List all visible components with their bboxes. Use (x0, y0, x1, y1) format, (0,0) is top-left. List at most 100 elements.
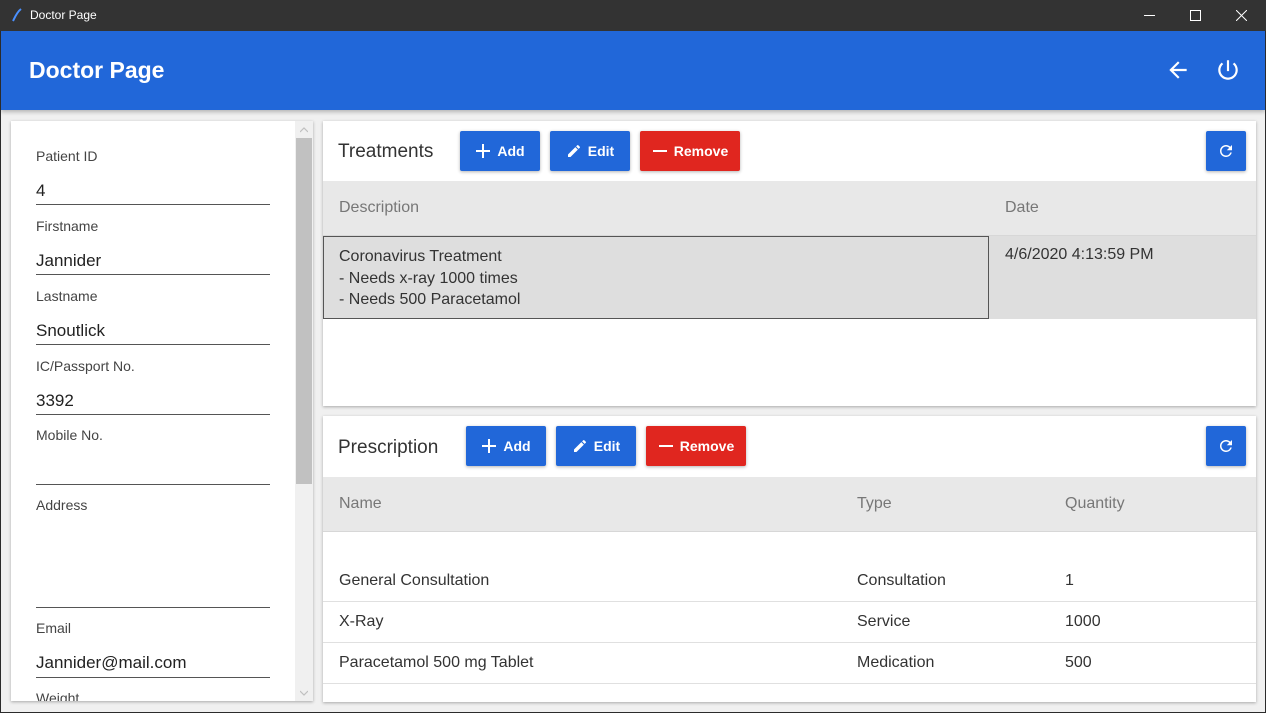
close-icon (1235, 10, 1247, 21)
passport-field[interactable]: IC/Passport No. 3392 (36, 358, 270, 415)
treatments-card: Treatments Add Edit Remove Description D… (323, 121, 1256, 406)
passport-value: 3392 (36, 391, 74, 410)
pencil-icon (567, 144, 580, 157)
plus-icon (482, 439, 497, 453)
field-underline (36, 344, 270, 345)
add-treatment-label: Add (497, 143, 525, 159)
scroll-thumb[interactable] (296, 138, 312, 484)
column-header-quantity[interactable]: Quantity (1065, 495, 1125, 513)
edit-prescription-label: Edit (593, 438, 621, 454)
refresh-icon (1220, 440, 1232, 452)
prescription-name-cell: Paracetamol 500 mg Tablet (339, 654, 534, 671)
prescription-quantity-cell: 1 (1065, 572, 1074, 589)
window-title: Doctor Page (30, 8, 97, 22)
minimize-icon (1143, 15, 1155, 16)
prescription-name-cell: X-Ray (339, 613, 384, 630)
email-label: Email (36, 620, 72, 636)
refresh-prescription-button[interactable] (1206, 426, 1246, 466)
weight-label: Weight (36, 690, 80, 701)
prescription-type-cell: Medication (857, 654, 935, 671)
patient-details-panel: Patient ID 4 Firstname Jannider Lastname… (11, 121, 313, 701)
firstname-value: Jannider (36, 251, 102, 270)
mobile-field[interactable]: Mobile No. (36, 427, 270, 485)
column-header-name[interactable]: Name (339, 495, 382, 513)
minus-icon (652, 150, 667, 152)
close-button[interactable] (1218, 0, 1264, 31)
column-header-date[interactable]: Date (1005, 199, 1039, 217)
refresh-treatments-button[interactable] (1206, 131, 1246, 171)
maximize-icon (1189, 10, 1201, 21)
prescription-quantity-cell: 500 (1065, 654, 1092, 671)
prescription-table-header: Name Type Quantity (323, 477, 1256, 532)
prescription-name-cell: General Consultation (339, 572, 490, 589)
patient-id-value: 4 (36, 181, 46, 200)
table-row[interactable]: Coronavirus Treatment - Needs x-ray 1000… (323, 236, 1256, 319)
arrow-left-icon (1169, 61, 1187, 79)
email-value: Jannider@mail.com (36, 653, 187, 672)
plus-icon (476, 144, 491, 158)
treatments-table-header: Description Date (323, 181, 1256, 236)
remove-treatment-button[interactable]: Remove (640, 131, 740, 171)
patient-id-label: Patient ID (36, 148, 98, 164)
weight-field[interactable]: Weight (36, 690, 270, 701)
field-underline (36, 274, 270, 275)
field-underline (36, 607, 270, 608)
description-line: Coronavirus Treatment (339, 248, 502, 265)
window-titlebar: Doctor Page (0, 0, 1266, 31)
table-row[interactable]: General Consultation Consultation 1 (323, 561, 1256, 602)
app-window: Doctor Page Patient ID 4 Firstname Janni… (1, 31, 1265, 712)
page-title: Doctor Page (29, 57, 165, 83)
prescription-type-cell: Consultation (857, 572, 946, 589)
prescription-card: Prescription Add Edit Remove Name Type Q… (323, 416, 1256, 702)
description-line: - Needs x-ray 1000 times (339, 269, 518, 287)
edit-treatment-button[interactable]: Edit (550, 131, 630, 171)
logout-button[interactable] (1213, 55, 1243, 85)
patient-panel-scrollbar[interactable] (295, 121, 313, 701)
add-treatment-button[interactable]: Add (460, 131, 540, 171)
column-header-type[interactable]: Type (857, 495, 892, 513)
app-bar: Doctor Page (1, 31, 1265, 110)
field-underline (36, 204, 270, 205)
treatments-title: Treatments (338, 141, 434, 162)
back-button[interactable] (1163, 55, 1193, 85)
firstname-label: Firstname (36, 218, 99, 234)
lastname-label: Lastname (36, 288, 98, 304)
address-label: Address (36, 497, 88, 513)
treatment-date-cell[interactable]: 4/6/2020 4:13:59 PM (1005, 246, 1154, 264)
app-logo-icon (12, 8, 22, 22)
power-icon (1218, 60, 1238, 80)
firstname-field[interactable]: Firstname Jannider (36, 218, 270, 275)
passport-label: IC/Passport No. (36, 358, 135, 374)
scroll-up-button[interactable] (295, 121, 313, 138)
edit-prescription-button[interactable]: Edit (556, 426, 636, 466)
scroll-down-button[interactable] (295, 684, 313, 701)
field-underline (36, 677, 270, 678)
minimize-button[interactable] (1126, 0, 1172, 31)
prescription-quantity-cell: 1000 (1065, 613, 1101, 630)
table-row[interactable]: X-Ray Service 1000 (323, 602, 1256, 643)
address-field[interactable]: Address (36, 497, 270, 608)
field-underline (36, 484, 270, 485)
address-value (36, 530, 270, 550)
lastname-field[interactable]: Lastname Snoutlick (36, 288, 270, 345)
minus-icon (658, 445, 673, 447)
column-header-description[interactable]: Description (339, 199, 419, 217)
lastname-value: Snoutlick (36, 321, 105, 340)
treatment-description-cell[interactable]: Coronavirus Treatment - Needs x-ray 1000… (323, 236, 989, 319)
edit-treatment-label: Edit (587, 143, 615, 159)
description-line: - Needs 500 Paracetamol (339, 291, 521, 308)
refresh-icon (1220, 145, 1232, 157)
mobile-label: Mobile No. (36, 427, 103, 443)
mobile-value (36, 460, 270, 480)
remove-prescription-button[interactable]: Remove (646, 426, 746, 466)
chevron-up-icon (300, 126, 308, 132)
patient-id-field[interactable]: Patient ID 4 (36, 148, 270, 205)
add-prescription-button[interactable]: Add (466, 426, 546, 466)
email-field[interactable]: Email Jannider@mail.com (36, 620, 270, 678)
field-underline (36, 414, 270, 415)
maximize-button[interactable] (1172, 0, 1218, 31)
table-row[interactable]: Paracetamol 500 mg Tablet Medication 500 (323, 643, 1256, 684)
pencil-icon (573, 439, 586, 452)
prescription-title: Prescription (338, 437, 439, 458)
add-prescription-label: Add (503, 438, 531, 454)
